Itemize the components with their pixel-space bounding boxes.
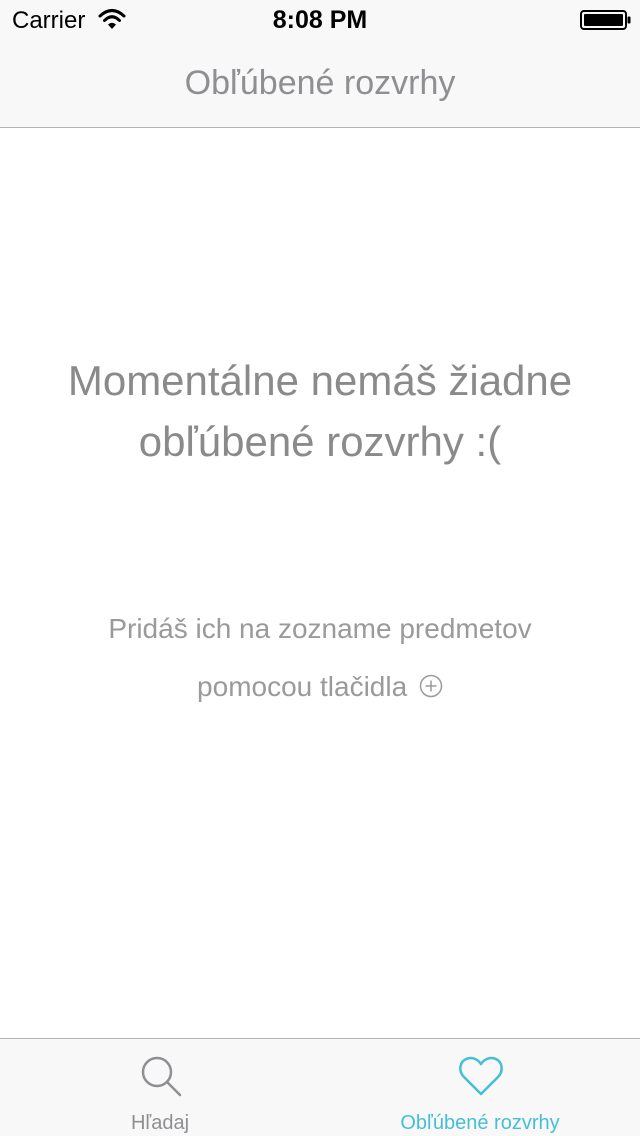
search-icon [141, 1056, 182, 1097]
tab-favorites[interactable]: Obľúbené rozvrhy [320, 1039, 640, 1136]
heart-icon [459, 1056, 503, 1096]
battery-full-icon [580, 10, 631, 30]
empty-state-title: Momentálne nemáš žiadne obľúbené rozvrhy… [67, 357, 573, 465]
screen: Carrier 8:08 PM Obľúbené rozvrhy Momentá… [0, 0, 640, 1136]
empty-state-hint-line-2-wrapper: pomocou tlačidla [60, 658, 580, 716]
page-title: Obľúbené rozvrhy [184, 64, 456, 102]
status-bar: Carrier 8:08 PM [0, 0, 640, 40]
status-time: 8:08 PM [272, 6, 368, 34]
tab-search-label: Hľadaj [130, 1112, 190, 1134]
circle-plus-icon [419, 674, 443, 698]
tab-favorites-label: Obľúbené rozvrhy [400, 1112, 560, 1134]
empty-state-hint-line-1: Pridáš ich na zozname predmetov [108, 613, 532, 644]
tab-search[interactable]: Hľadaj [0, 1039, 320, 1136]
empty-state-hint: Pridáš ich na zozname predmetov pomocou … [60, 600, 580, 716]
tab-bar: Hľadaj Obľúbené rozvrhy [0, 1038, 640, 1136]
navigation-bar: Obľúbené rozvrhy [0, 40, 640, 128]
empty-state-hint-line-2: pomocou tlačidla [197, 671, 408, 702]
